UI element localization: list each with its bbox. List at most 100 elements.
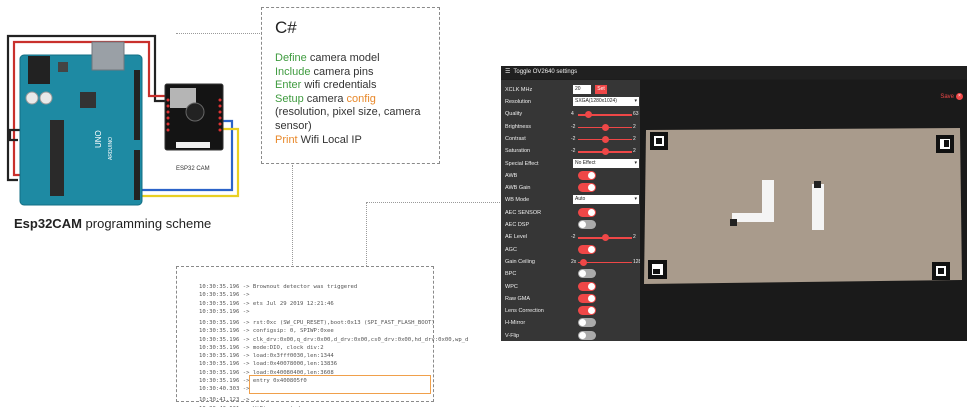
- resolution-select[interactable]: SXGA(1280x1024): [573, 97, 639, 106]
- step-text: sensor): [275, 119, 312, 132]
- brightness-slider[interactable]: [578, 123, 632, 131]
- settings-toggle-header[interactable]: ☰ Toggle OV2640 settings: [501, 66, 967, 79]
- awb-toggle[interactable]: [578, 170, 596, 180]
- capacitor-2: [39, 91, 53, 105]
- save-button[interactable]: Save: [940, 94, 954, 100]
- slider-max: 63: [633, 111, 639, 118]
- toggle-knob: [579, 331, 586, 339]
- serial-line: 10:30:35.196 -> load:0x40078000,len:1383…: [199, 361, 338, 368]
- setting-awb-gain: AWB Gain: [505, 182, 637, 194]
- wiring-illustration: UNO ARDUINO ESP32 CAM: [6, 34, 240, 206]
- setting-label: Saturation: [505, 148, 531, 155]
- wpc-toggle[interactable]: [578, 281, 596, 291]
- toggle-knob: [579, 221, 586, 228]
- bpc-toggle[interactable]: [578, 269, 596, 279]
- setting-aec-dsp: AEC DSP: [505, 219, 637, 231]
- setting-raw-gma: Raw GMA: [505, 293, 637, 305]
- saturation-slider[interactable]: [578, 148, 632, 156]
- serial-line: 10:30:35.196 -> clk_drv:0x00,q_drv:0x00,…: [199, 336, 469, 343]
- step-line: (resolution, pixel size, camera: [275, 106, 439, 120]
- toggle-knob: [588, 171, 595, 179]
- step-text: camera model: [306, 52, 380, 64]
- setting-label: Resolution: [505, 99, 531, 105]
- language-title: C#: [275, 18, 297, 37]
- diagram-caption: Esp32CAM programming scheme: [14, 216, 211, 231]
- step-line: Setup camera config: [275, 93, 439, 107]
- setting-label: Brightness: [505, 123, 531, 130]
- step-text: camera pins: [310, 65, 374, 78]
- setting-label: Gain Ceiling: [505, 258, 535, 265]
- menu-icon: ☰: [505, 69, 511, 75]
- settings-panel: XCLK MHz 20 Set Resolution SXGA(1280x1024…: [501, 80, 644, 341]
- step-text: wifi credentials: [301, 79, 377, 92]
- setting-label: Lens Correction: [505, 308, 544, 315]
- slider-min: -2: [571, 135, 576, 142]
- aruco-marker-tr: [936, 135, 954, 153]
- setting-label: Contrast: [505, 135, 526, 142]
- slider-min: -2: [571, 148, 576, 155]
- slider-min: -2: [571, 234, 576, 241]
- agc-toggle[interactable]: [578, 244, 596, 254]
- slider-max: 2: [633, 123, 636, 130]
- slider-knob[interactable]: [601, 123, 609, 131]
- slider-knob[interactable]: [601, 234, 609, 242]
- marker-small-2: [814, 181, 821, 188]
- slider-knob[interactable]: [601, 135, 609, 143]
- setting-label: WPC: [505, 283, 518, 290]
- special-effect-select[interactable]: No Effect: [573, 158, 639, 168]
- camera-stream: Save ×: [640, 80, 967, 341]
- aruco-marker-br: [932, 262, 950, 280]
- close-button[interactable]: ×: [956, 93, 963, 100]
- setting-awb: AWB: [505, 170, 637, 182]
- caption-rest: programming scheme: [81, 216, 212, 231]
- setting-v-flip: V-Flip: [505, 330, 637, 341]
- h-mirror-toggle[interactable]: [578, 318, 596, 328]
- steps-list: Define camera model Include camera pins En…: [275, 52, 439, 147]
- step-keyword: config: [346, 92, 376, 105]
- aec-dsp-toggle[interactable]: [578, 220, 596, 229]
- setting-label: V-Flip: [505, 332, 520, 339]
- camera-lens: [185, 102, 205, 122]
- xclk-input[interactable]: 20: [573, 85, 591, 94]
- v-flip-toggle[interactable]: [578, 330, 596, 340]
- xclk-set-button[interactable]: Set: [595, 85, 607, 94]
- wb-mode-select[interactable]: Auto: [573, 195, 639, 205]
- serial-line: 10:30:35.196 ->: [199, 292, 250, 299]
- setting-label: H-Mirror: [505, 320, 526, 327]
- quality-slider[interactable]: [578, 111, 632, 119]
- step-line: Include camera pins: [275, 66, 439, 80]
- setting-contrast: Contrast -2 2: [505, 133, 637, 145]
- slider-max: 2: [633, 234, 636, 241]
- step-keyword: Enter: [275, 79, 302, 92]
- setting-label: AEC SENSOR: [505, 209, 542, 216]
- setting-label: Raw GMA: [505, 295, 531, 302]
- raw-gma-toggle[interactable]: [578, 293, 596, 303]
- toggle-knob: [588, 294, 595, 302]
- connector-steps-to-serial: [292, 165, 293, 265]
- esp32-cam-board: ESP32 CAM: [164, 83, 224, 172]
- aruco-marker-tl: [650, 132, 668, 150]
- setting-gain-ceiling: Gain Ceiling 2x 128x: [505, 256, 644, 268]
- capacitor-1: [25, 91, 39, 105]
- slider-knob[interactable]: [585, 111, 593, 119]
- slider-knob[interactable]: [601, 148, 609, 156]
- slider-min: 4: [571, 111, 574, 118]
- setting-label: BPC: [505, 271, 517, 278]
- contrast-slider[interactable]: [578, 135, 632, 143]
- aec-sensor-toggle[interactable]: [578, 207, 596, 217]
- cardboard-surface: [644, 128, 962, 284]
- setting-brightness: Brightness -2 2: [505, 121, 637, 133]
- lens-correction-toggle[interactable]: [578, 306, 596, 316]
- gain-ceiling-slider[interactable]: [578, 258, 632, 266]
- awb-gain-toggle[interactable]: [578, 183, 596, 193]
- step-text: camera: [303, 92, 347, 105]
- serial-line: 10:30:35.196 -> mode:DIO, clock div:2: [199, 344, 324, 351]
- ae-level-slider[interactable]: [578, 234, 632, 242]
- slider-knob[interactable]: [579, 258, 587, 266]
- slider-max: 2: [633, 135, 636, 142]
- setting-lens-correction: Lens Correction: [505, 305, 637, 317]
- setting-label: Special Effect: [505, 160, 539, 167]
- setting-wpc: WPC: [505, 281, 637, 293]
- connector-serial-up: [366, 202, 367, 266]
- settings-title: Toggle OV2640 settings: [513, 69, 578, 75]
